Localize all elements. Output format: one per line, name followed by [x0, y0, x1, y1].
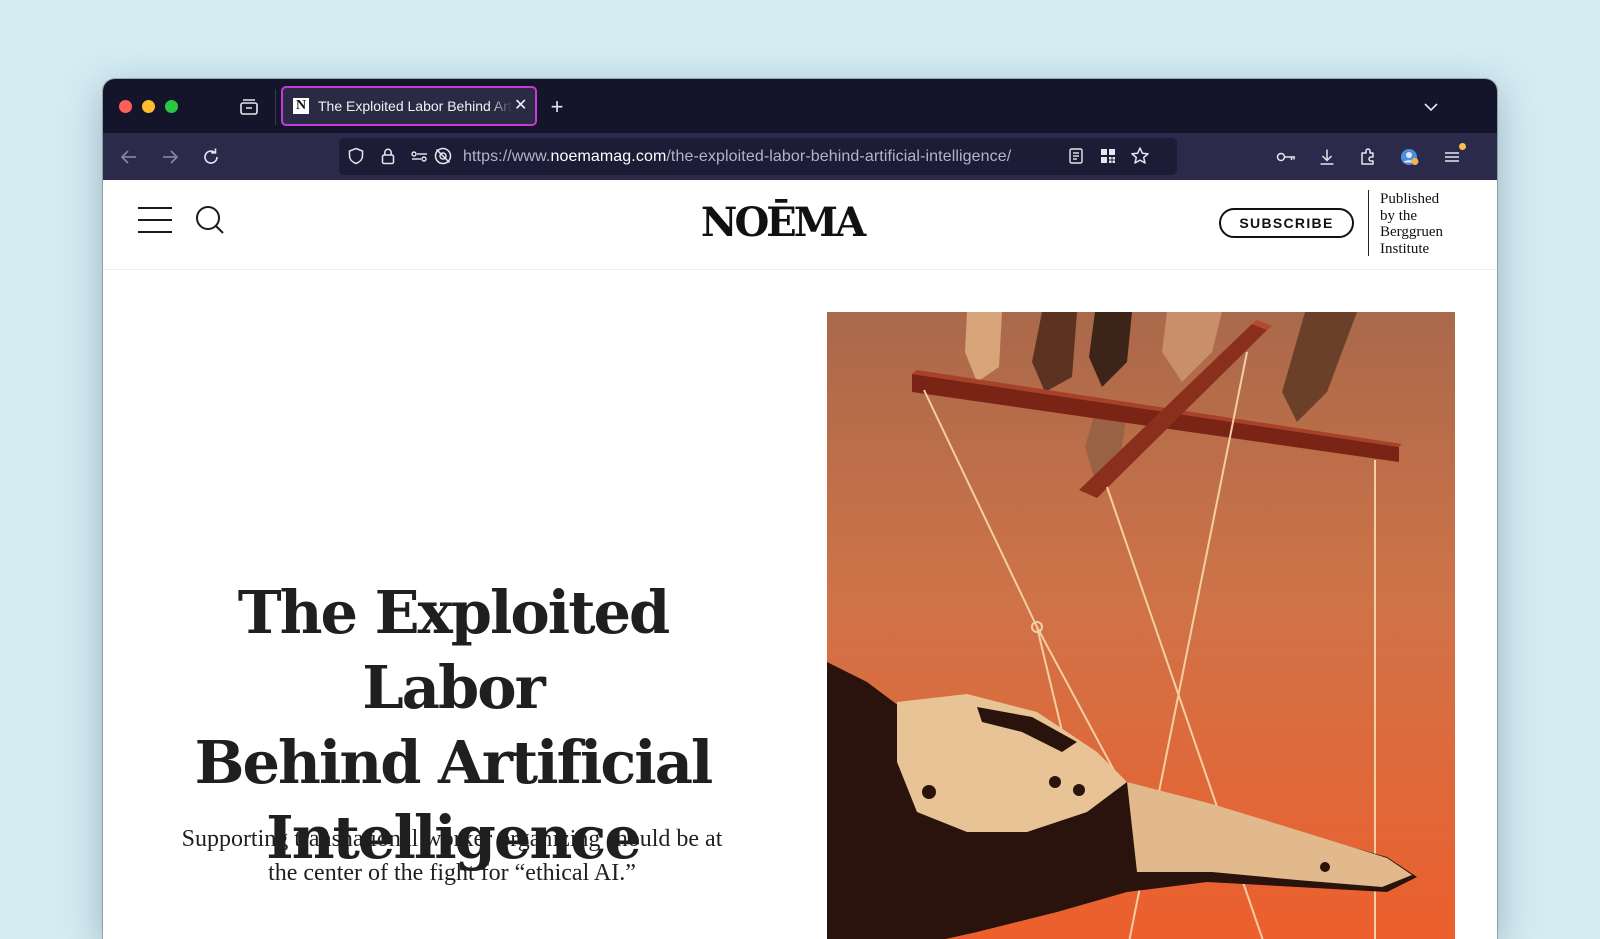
- tab-separator: [275, 89, 276, 125]
- publisher-line: Published: [1380, 191, 1440, 207]
- reload-icon[interactable]: [199, 145, 223, 169]
- reader-view-icon[interactable]: [1065, 145, 1087, 167]
- forward-arrow-icon[interactable]: [158, 145, 182, 169]
- tracking-blocked-icon[interactable]: [432, 145, 454, 167]
- navigation-toolbar: https://www.noemamag.com/the-exploited-l…: [103, 133, 1497, 180]
- qr-code-icon[interactable]: [1097, 145, 1119, 167]
- permissions-icon[interactable]: [409, 145, 431, 167]
- url-host: noemamag.com: [550, 148, 667, 165]
- close-window-button[interactable]: [119, 100, 132, 113]
- publisher-credit[interactable]: Published by the Berggruen Institute: [1380, 191, 1480, 257]
- publisher-divider: [1368, 190, 1369, 256]
- tab-strip: N The Exploited Labor Behind Artificial …: [103, 79, 1497, 133]
- publisher-line: by the: [1380, 207, 1418, 224]
- tab-view-icon[interactable]: [237, 95, 261, 119]
- extensions-icon[interactable]: [1356, 145, 1380, 169]
- site-logo[interactable]: NOĒMA: [697, 199, 867, 247]
- notification-dot: [1459, 143, 1466, 150]
- password-key-icon[interactable]: [1274, 145, 1298, 169]
- dek-line: the center of the fight for “ethical AI.…: [268, 860, 636, 886]
- url-path: /the-exploited-labor-behind-artificial-i…: [666, 148, 1012, 165]
- subscribe-button[interactable]: SUBSCRIBE: [1219, 208, 1354, 238]
- tab-title: The Exploited Labor Behind Artificial In…: [318, 98, 512, 114]
- hamburger-menu-icon[interactable]: [138, 207, 172, 233]
- publisher-line: Institute: [1380, 240, 1430, 257]
- menu-icon[interactable]: [1440, 143, 1466, 169]
- noema-favicon-icon: N: [293, 98, 309, 114]
- close-tab-icon[interactable]: ✕: [514, 98, 527, 114]
- hero-illustration: [827, 312, 1455, 939]
- zoom-window-button[interactable]: [165, 100, 178, 113]
- minimize-window-button[interactable]: [142, 100, 155, 113]
- list-tabs-chevron-icon[interactable]: [1421, 97, 1441, 117]
- shield-icon[interactable]: [345, 145, 367, 167]
- download-icon[interactable]: [1315, 145, 1339, 169]
- url-scheme: https://www.: [463, 148, 551, 165]
- bookmark-star-icon[interactable]: [1129, 145, 1151, 167]
- url-bar[interactable]: https://www.noemamag.com/the-exploited-l…: [339, 138, 1177, 175]
- site-header: NOĒMA SUBSCRIBE Published by the Berggru…: [103, 180, 1497, 270]
- url-text[interactable]: https://www.noemamag.com/the-exploited-l…: [463, 148, 1011, 166]
- headline-line: Behind Artificial: [194, 728, 714, 797]
- search-icon[interactable]: [193, 203, 229, 239]
- headline-line: The Exploited Labor: [237, 578, 671, 722]
- page-content: NOĒMA SUBSCRIBE Published by the Berggru…: [103, 180, 1497, 939]
- tab-active[interactable]: N The Exploited Labor Behind Artificial …: [281, 86, 537, 126]
- article-dek: Supporting transnational worker organizi…: [143, 822, 761, 890]
- puppet-hands-robot-illustration: [827, 312, 1455, 939]
- dek-line: Supporting transnational worker organizi…: [181, 826, 723, 852]
- lock-icon[interactable]: [377, 145, 399, 167]
- back-arrow-icon[interactable]: [117, 145, 141, 169]
- new-tab-button[interactable]: +: [545, 95, 569, 119]
- account-icon[interactable]: [1397, 145, 1421, 169]
- browser-window: N The Exploited Labor Behind Artificial …: [103, 79, 1497, 939]
- publisher-line: Berggruen: [1380, 224, 1444, 240]
